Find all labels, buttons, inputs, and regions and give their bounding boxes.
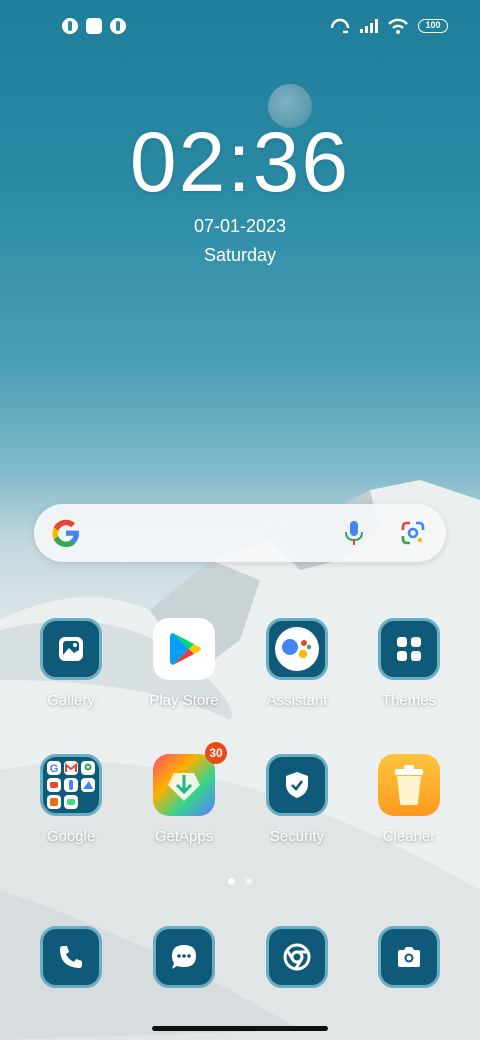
mic-icon[interactable] [342,520,366,546]
app-assistant[interactable]: Assistant [247,618,347,709]
app-gallery[interactable]: Gallery [21,618,121,709]
chrome-icon [266,926,328,988]
app-google-folder[interactable]: G Google [21,754,121,845]
square-notification-icon [86,18,102,34]
clock-time: 02:36 [129,115,351,209]
messages-icon [153,926,215,988]
dock-chrome[interactable] [247,926,347,988]
play-store-icon [153,618,215,680]
status-bar: 100 [0,0,480,56]
folder-icon: G [40,754,102,816]
svg-text:G: G [50,763,59,775]
app-label: Play Store [149,692,219,709]
app-getapps[interactable]: 30 GetApps [134,742,234,845]
lens-icon[interactable] [400,520,426,546]
wifi-icon [388,18,408,34]
app-label: Gallery [47,692,95,709]
notification-badge: 30 [205,742,227,764]
shield-icon [266,754,328,816]
app-label: Security [269,828,325,845]
page-dot-active [228,878,235,885]
app-label: GetApps [154,828,214,845]
app-label: Themes [381,692,437,709]
themes-icon [378,618,440,680]
trash-icon [378,754,440,816]
status-right: 100 [330,18,448,34]
signal-icon [360,19,378,33]
phone-icon [40,926,102,988]
getapps-icon: 30 [153,742,227,816]
clock-day: Saturday [203,245,277,265]
home-gesture-bar[interactable] [152,1026,328,1031]
gallery-icon [40,618,102,680]
app-label: Cleaner [382,828,436,845]
dock-camera[interactable] [359,926,459,988]
clock-widget[interactable]: 02:36 07-01-2023 Saturday [0,112,480,266]
app-security[interactable]: Security [247,754,347,845]
app-notification-icon [62,18,78,34]
app-label: Google [46,828,96,845]
dock-phone[interactable] [21,926,121,988]
app-notification-icon [110,18,126,34]
battery-icon: 100 [418,19,448,33]
dock-messages[interactable] [134,926,234,988]
hotspot-icon [330,18,350,34]
clock-date: 07-01-2023 [193,216,287,236]
assistant-icon [266,618,328,680]
app-label: Assistant [266,692,328,709]
google-g-icon [52,519,79,547]
notification-icons [62,18,126,34]
google-search-bar[interactable] [34,504,446,562]
page-dot [245,878,252,885]
app-themes[interactable]: Themes [359,618,459,709]
app-play-store[interactable]: Play Store [134,618,234,709]
page-indicator [0,878,480,885]
camera-icon [378,926,440,988]
app-cleaner[interactable]: Cleaner [359,754,459,845]
